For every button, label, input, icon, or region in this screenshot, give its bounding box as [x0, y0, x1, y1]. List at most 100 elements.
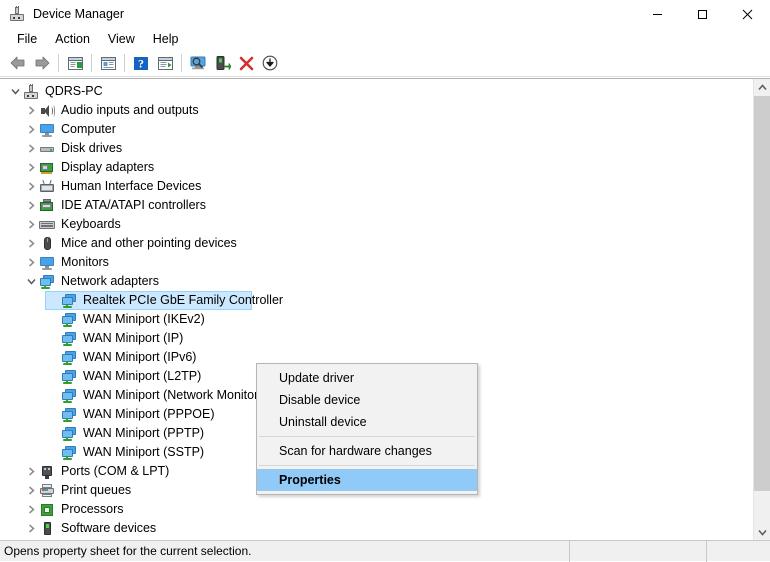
properties-button[interactable] [96, 51, 120, 75]
ctx-uninstall-device[interactable]: Uninstall device [257, 411, 477, 433]
chevron-right-icon[interactable] [23, 158, 39, 177]
mouse-icon [39, 236, 55, 252]
chevron-right-icon[interactable] [23, 253, 39, 272]
processor-icon [39, 502, 55, 518]
tree-item[interactable]: Keyboards [0, 215, 753, 234]
tree-item[interactable]: Processors [0, 500, 753, 519]
help-button[interactable]: ? [129, 51, 153, 75]
chevron-right-icon[interactable] [23, 120, 39, 139]
question-mark-icon: ? [134, 56, 148, 70]
menu-file[interactable]: File [8, 29, 46, 49]
chevron-right-icon[interactable] [23, 462, 39, 481]
network-adapter-icon [61, 388, 77, 404]
action-pane-icon [157, 56, 173, 70]
uninstall-device-button[interactable] [234, 51, 258, 75]
properties-window-icon [100, 56, 116, 70]
ctx-update-driver[interactable]: Update driver [257, 367, 477, 389]
update-driver-icon [216, 56, 231, 70]
tree-item-label: WAN Miniport (PPTP) [83, 426, 205, 440]
toolbar-separator [58, 54, 59, 72]
maximize-button[interactable] [680, 0, 725, 28]
disable-device-button[interactable] [258, 51, 282, 75]
tree-item[interactable]: Network adapters [0, 272, 753, 291]
scroll-down-arrow-icon[interactable] [754, 524, 770, 541]
chevron-right-icon[interactable] [23, 500, 39, 519]
tree-item[interactable]: Computer [0, 120, 753, 139]
network-adapter-icon [61, 407, 77, 423]
device-manager-icon [9, 6, 25, 22]
chevron-right-icon[interactable] [23, 101, 39, 120]
scan-for-hardware-changes-button[interactable] [186, 51, 210, 75]
keyboard-icon [39, 217, 55, 233]
tree-item-selected[interactable]: Realtek PCIe GbE Family Controller [0, 291, 753, 310]
menu-view[interactable]: View [99, 29, 144, 49]
display-adapter-icon [39, 160, 55, 176]
menu-bar: File Action View Help [0, 28, 770, 50]
chevron-right-icon[interactable] [23, 234, 39, 253]
tree-item[interactable]: Monitors [0, 253, 753, 272]
computer-root-icon [23, 83, 39, 100]
tree-item-label: Keyboards [61, 217, 121, 231]
chevron-right-icon[interactable] [23, 139, 39, 158]
tree-item-label: Processors [61, 502, 124, 516]
show-hide-console-tree-button[interactable] [63, 51, 87, 75]
tree-item-label: Disk drives [61, 141, 123, 155]
forward-button[interactable] [30, 51, 54, 75]
tree-item[interactable]: QDRS-PC [0, 82, 753, 101]
tree-item[interactable]: WAN Miniport (IKEv2) [0, 310, 753, 329]
chevron-right-icon[interactable] [23, 519, 39, 538]
title-bar: Device Manager [0, 0, 770, 28]
minimize-button[interactable] [635, 0, 680, 28]
chevron-down-icon[interactable] [7, 82, 23, 101]
chevron-right-icon[interactable] [23, 177, 39, 196]
tree-item[interactable]: Display adapters [0, 158, 753, 177]
disk-drive-icon [39, 141, 55, 157]
context-menu-separator [259, 465, 475, 466]
tree-item-label: WAN Miniport (IPv6) [83, 350, 197, 364]
show-hide-action-pane-button[interactable] [153, 51, 177, 75]
scroll-up-arrow-icon[interactable] [754, 79, 770, 96]
back-button[interactable] [6, 51, 30, 75]
ctx-scan-for-hardware-changes[interactable]: Scan for hardware changes [257, 440, 477, 462]
menu-help[interactable]: Help [144, 29, 188, 49]
network-adapter-icon [61, 312, 77, 328]
tree-item-label: WAN Miniport (Network Monitor) [83, 388, 263, 402]
down-arrow-circle-icon [262, 55, 278, 71]
tree-item[interactable]: Software devices [0, 519, 753, 538]
software-device-icon [39, 521, 55, 537]
vertical-scrollbar[interactable] [753, 79, 770, 541]
tree-item-label: WAN Miniport (L2TP) [83, 369, 202, 383]
context-menu[interactable]: Update driver Disable device Uninstall dev… [256, 363, 478, 495]
chevron-right-icon[interactable] [23, 481, 39, 500]
tree-item-label: WAN Miniport (IP) [83, 331, 184, 345]
chevron-right-icon[interactable] [23, 215, 39, 234]
device-tree-panel: QDRS-PC Audio inputs and outputs Computer D… [0, 78, 770, 541]
tree-item[interactable]: Audio inputs and outputs [0, 101, 753, 120]
back-arrow-icon [10, 56, 25, 70]
tree-item-label: Print queues [61, 483, 132, 497]
tree-item[interactable]: IDE ATA/ATAPI controllers [0, 196, 753, 215]
tree-item[interactable]: Human Interface Devices [0, 177, 753, 196]
chevron-down-icon[interactable] [23, 272, 39, 291]
menu-action[interactable]: Action [46, 29, 99, 49]
ctx-properties[interactable]: Properties [257, 469, 477, 491]
update-driver-button[interactable] [210, 51, 234, 75]
ctx-disable-device[interactable]: Disable device [257, 389, 477, 411]
tree-item[interactable]: Mice and other pointing devices [0, 234, 753, 253]
tree-item[interactable]: Disk drives [0, 139, 753, 158]
scrollbar-thumb[interactable] [754, 96, 770, 491]
speaker-icon [39, 103, 55, 119]
chevron-right-icon[interactable] [23, 196, 39, 215]
printer-icon [39, 483, 55, 499]
tree-item[interactable]: WAN Miniport (IP) [0, 329, 753, 348]
status-bar-pane-2 [706, 540, 770, 562]
close-button[interactable] [725, 0, 770, 28]
tree-item-label: Software devices [61, 521, 157, 535]
network-adapter-icon [61, 426, 77, 442]
